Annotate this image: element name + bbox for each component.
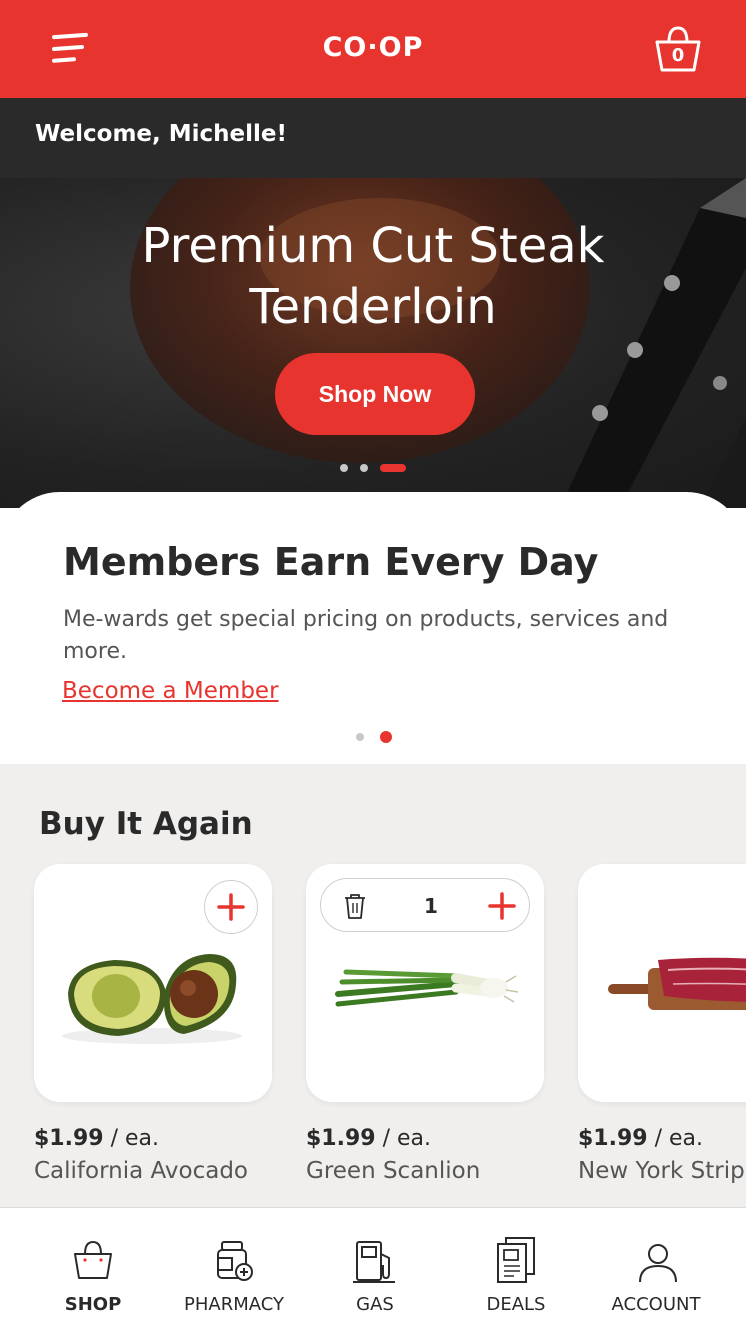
product-image-card[interactable]: 1 xyxy=(306,864,544,1102)
nav-label: SHOP xyxy=(64,1294,122,1315)
product-image-card[interactable] xyxy=(578,864,746,1102)
price-unit: / ea. xyxy=(647,1126,704,1151)
nav-item-gas[interactable]: GAS xyxy=(305,1208,445,1330)
hero-title-line-2: Tenderloin xyxy=(249,279,497,335)
become-member-link[interactable]: Become a Member xyxy=(62,678,279,704)
pharmacy-icon xyxy=(217,1241,253,1281)
plus-icon[interactable] xyxy=(487,891,517,921)
price-unit: / ea. xyxy=(103,1126,160,1151)
product-image-card[interactable] xyxy=(34,864,272,1102)
nav-label: ACCOUNT xyxy=(611,1294,701,1315)
nav-item-account[interactable]: ACCOUNT xyxy=(586,1208,726,1330)
nav-label: GAS xyxy=(356,1294,394,1315)
cart-button[interactable]: 0 xyxy=(652,22,704,76)
members-card: Members Earn Every Day Me-wards get spec… xyxy=(0,492,746,764)
product-name[interactable]: New York Strip xyxy=(578,1158,745,1184)
bottom-navigation: SHOP PHARMACY GAS DEALS ACCOUNT xyxy=(0,1207,746,1330)
product-price: $1.99 / ea. xyxy=(306,1126,431,1151)
add-to-cart-button[interactable] xyxy=(204,880,258,934)
price-unit: / ea. xyxy=(375,1126,432,1151)
price-value: $1.99 xyxy=(34,1126,104,1151)
carousel-dot-active[interactable] xyxy=(380,731,392,743)
welcome-banner: Welcome, Michelle! xyxy=(0,98,746,178)
shopping-basket-icon xyxy=(74,1240,112,1279)
cart-count-badge: 0 xyxy=(671,45,685,66)
shop-now-button[interactable]: Shop Now xyxy=(275,353,475,435)
nav-item-deals[interactable]: DEALS xyxy=(446,1208,586,1330)
nav-label: PHARMACY xyxy=(184,1294,284,1315)
price-value: $1.99 xyxy=(578,1126,648,1151)
buy-it-again-section: Buy It Again $1.99 / ea. California Avoc… xyxy=(0,764,746,1208)
members-description: Me-wards get special pricing on products… xyxy=(63,607,669,664)
product-card[interactable]: 1 $1.99 / ea. Green Scanlion xyxy=(306,864,546,1184)
section-title: Buy It Again xyxy=(39,806,253,842)
steak-board-image xyxy=(608,957,746,1010)
coop-logo[interactable]: CO·OP xyxy=(0,32,746,63)
carousel-dot[interactable] xyxy=(360,464,368,472)
nav-item-pharmacy[interactable]: PHARMACY xyxy=(164,1208,304,1330)
hero-banner[interactable]: Premium Cut Steak Tenderloin Shop Now xyxy=(0,178,746,508)
product-name[interactable]: Green Scanlion xyxy=(306,1158,480,1184)
product-price: $1.99 / ea. xyxy=(578,1126,703,1151)
quantity-stepper[interactable]: 1 xyxy=(320,878,530,932)
user-icon xyxy=(639,1244,677,1283)
plus-icon xyxy=(216,892,245,921)
price-value: $1.99 xyxy=(306,1126,376,1151)
quantity-value: 1 xyxy=(424,894,438,918)
carousel-dot[interactable] xyxy=(340,464,348,472)
hero-title-line-1: Premium Cut Steak xyxy=(141,218,605,274)
members-title: Members Earn Every Day xyxy=(63,540,599,584)
nav-label: DEALS xyxy=(486,1294,546,1315)
top-app-bar: CO·OP 0 xyxy=(0,0,746,98)
nav-item-shop[interactable]: SHOP xyxy=(23,1208,163,1330)
product-name[interactable]: California Avocado xyxy=(34,1158,248,1184)
carousel-dot-active[interactable] xyxy=(380,464,406,472)
trash-icon[interactable] xyxy=(341,891,369,921)
product-card[interactable]: $1.99 / ea. New York Strip xyxy=(578,864,746,1184)
gas-pump-icon xyxy=(353,1241,395,1283)
product-price: $1.99 / ea. xyxy=(34,1126,159,1151)
carousel-dot[interactable] xyxy=(356,733,364,741)
hero-title: Premium Cut Steak Tenderloin xyxy=(0,216,746,338)
product-card[interactable]: $1.99 / ea. California Avocado xyxy=(34,864,274,1184)
deals-flyer-icon xyxy=(497,1237,535,1283)
